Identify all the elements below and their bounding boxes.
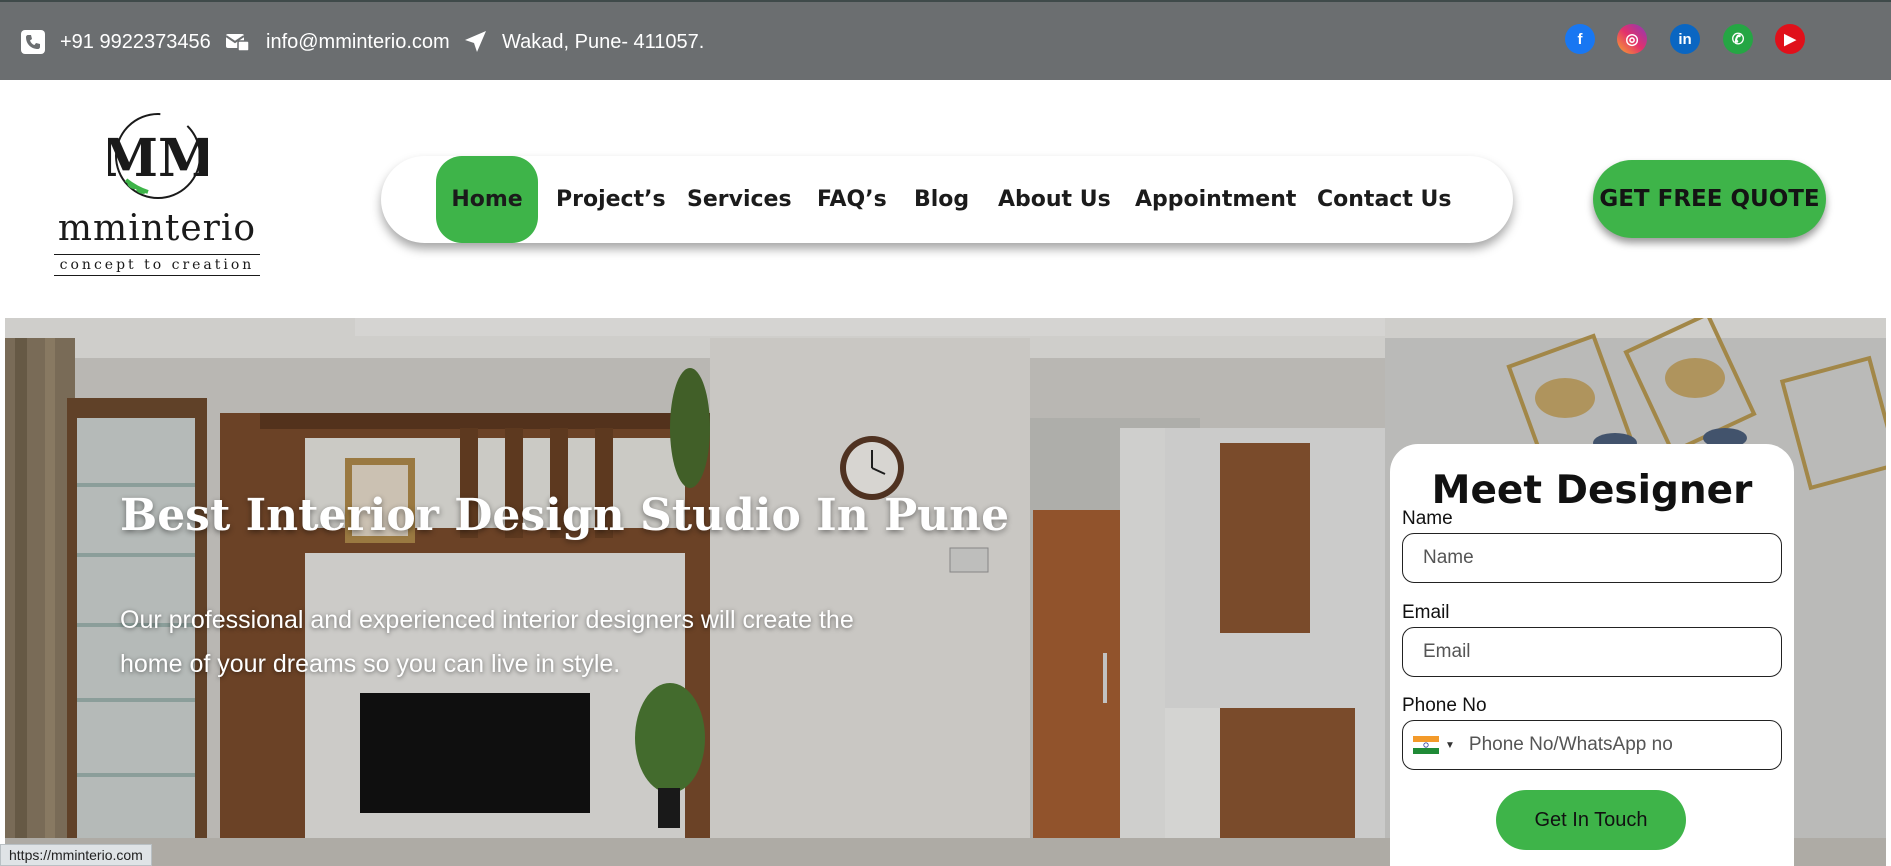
logo-wordmark: mminterio bbox=[57, 208, 257, 249]
email-address: info@mminterio.com bbox=[266, 30, 450, 53]
country-dropdown-caret-icon[interactable]: ▼ bbox=[1445, 740, 1455, 751]
get-free-quote-button[interactable]: GET FREE QUOTE bbox=[1593, 160, 1826, 238]
facebook-icon[interactable]: f bbox=[1565, 24, 1595, 54]
mail-icon bbox=[225, 34, 250, 52]
phone-label: Phone No bbox=[1402, 695, 1487, 716]
nav-home[interactable]: Home bbox=[436, 156, 538, 243]
name-label: Name bbox=[1402, 508, 1453, 529]
address-text: Wakad, Pune- 411057. bbox=[502, 30, 705, 53]
logo-tagline: concept to creation bbox=[54, 254, 260, 276]
logo-monogram: MM bbox=[108, 113, 208, 199]
linkedin-icon[interactable]: in bbox=[1670, 24, 1700, 54]
top-phone[interactable]: +91 9922373456 bbox=[20, 2, 211, 82]
meet-designer-form: Meet Designer Name Name Email Email Phon… bbox=[1390, 444, 1794, 866]
location-arrow-icon bbox=[465, 31, 486, 52]
india-flag-icon[interactable] bbox=[1413, 736, 1439, 754]
top-contact-bar: +91 9922373456 info@mminterio.com Wakad,… bbox=[0, 0, 1891, 80]
get-in-touch-button[interactable]: Get In Touch bbox=[1496, 790, 1686, 850]
nav-faqs[interactable]: FAQ’s bbox=[817, 156, 887, 243]
site-logo[interactable]: MM mminterio concept to creation bbox=[52, 108, 262, 278]
instagram-icon[interactable]: ◎ bbox=[1617, 24, 1647, 54]
logo-monogram-text: MM bbox=[108, 128, 208, 189]
top-email[interactable]: info@mminterio.com bbox=[222, 2, 450, 82]
form-title: Meet Designer bbox=[1431, 468, 1753, 513]
nav-blog[interactable]: Blog bbox=[914, 156, 969, 243]
email-input[interactable]: Email bbox=[1402, 627, 1782, 677]
nav-about-us[interactable]: About Us bbox=[998, 156, 1111, 243]
email-label: Email bbox=[1402, 602, 1450, 623]
hero-title: Best Interior Design Studio In Pune bbox=[120, 490, 1010, 541]
nav-contact-us[interactable]: Contact Us bbox=[1317, 156, 1451, 243]
nav-projects[interactable]: Project’s bbox=[556, 156, 666, 243]
email-placeholder: Email bbox=[1423, 641, 1471, 662]
name-input[interactable]: Name bbox=[1402, 533, 1782, 583]
nav-services[interactable]: Services bbox=[687, 156, 792, 243]
phone-icon bbox=[21, 30, 45, 54]
top-address: Wakad, Pune- 411057. bbox=[462, 2, 704, 82]
nav-appointment[interactable]: Appointment bbox=[1135, 156, 1296, 243]
phone-input[interactable]: ▼ Phone No/WhatsApp no bbox=[1402, 720, 1782, 770]
phone-number: +91 9922373456 bbox=[60, 30, 211, 53]
name-placeholder: Name bbox=[1423, 547, 1474, 568]
whatsapp-icon[interactable]: ✆ bbox=[1723, 24, 1753, 54]
hero-subtitle: Our professional and experienced interio… bbox=[120, 606, 854, 678]
main-nav: Home Project’s Services FAQ’s Blog About… bbox=[381, 156, 1513, 243]
phone-placeholder: Phone No/WhatsApp no bbox=[1468, 734, 1673, 755]
youtube-icon[interactable]: ▶ bbox=[1775, 24, 1805, 54]
browser-status-url: https://mminterio.com bbox=[0, 844, 152, 866]
